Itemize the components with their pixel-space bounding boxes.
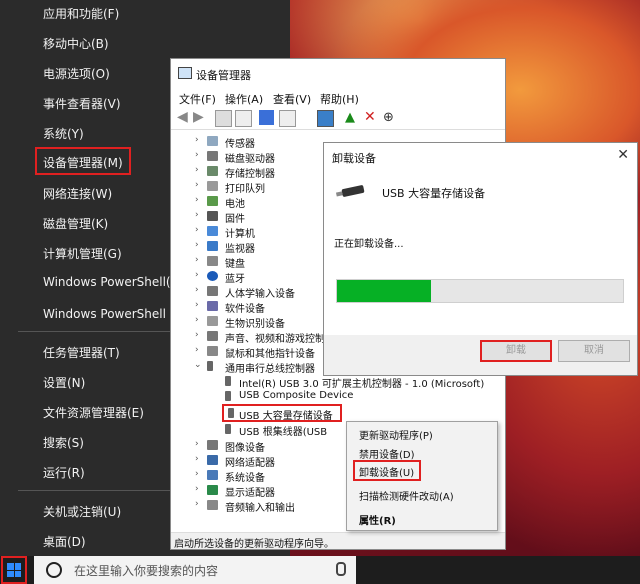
uninstall-button[interactable]: 卸载 <box>480 340 552 362</box>
menu-disk-management[interactable]: 磁盘管理(K) <box>43 215 108 232</box>
menu-help[interactable]: 帮助(H) <box>320 91 359 107</box>
search-box[interactable]: 在这里输入你要搜索的内容 <box>34 556 356 584</box>
menu-file[interactable]: 文件(F) <box>179 91 216 107</box>
menu-mobility-center[interactable]: 移动中心(B) <box>43 35 109 52</box>
menu-task-manager[interactable]: 任务管理器(T) <box>43 344 120 361</box>
menu-file-explorer[interactable]: 文件资源管理器(E) <box>43 404 144 421</box>
properties-icon[interactable] <box>215 110 232 127</box>
menu-event-viewer[interactable]: 事件查看器(V) <box>43 95 121 112</box>
scan-icon[interactable]: ⊕ <box>383 110 398 125</box>
close-icon[interactable]: ✕ <box>617 147 629 163</box>
ctx-scan-hardware[interactable]: 扫描检测硬件改动(A) <box>359 488 454 503</box>
window-title: 设备管理器 <box>196 69 251 82</box>
cancel-button[interactable]: 取消 <box>558 340 630 362</box>
device-name: USB 大容量存储设备 <box>382 187 486 200</box>
menu-computer-management[interactable]: 计算机管理(G) <box>43 245 122 262</box>
dialog-title: 卸载设备 <box>332 152 376 165</box>
menu-apps-features[interactable]: 应用和功能(F) <box>43 5 119 22</box>
ctx-disable-device[interactable]: 禁用设备(D) <box>359 446 415 461</box>
status-text: 启动所选设备的更新驱动程序向导。 <box>174 539 334 550</box>
menu-desktop[interactable]: 桌面(D) <box>43 533 86 550</box>
cortana-icon <box>46 562 62 578</box>
menu-search[interactable]: 搜索(S) <box>43 434 84 451</box>
dialog-title-bar: 卸载设备 ✕ <box>324 143 637 169</box>
menu-system[interactable]: 系统(Y) <box>43 125 84 142</box>
highlight-start-button <box>1 556 27 584</box>
menu-power-options[interactable]: 电源选项(O) <box>43 65 110 82</box>
menu-shutdown[interactable]: 关机或注销(U) <box>43 503 121 520</box>
back-icon[interactable]: ◀ <box>177 110 192 125</box>
menu-settings[interactable]: 设置(N) <box>43 374 85 391</box>
ctx-properties[interactable]: 属性(R) <box>359 512 396 527</box>
menu-powershell[interactable]: Windows PowerShell(I) <box>43 275 179 289</box>
monitor-icon[interactable] <box>317 110 334 127</box>
update-driver-icon[interactable]: ▲ <box>345 110 360 125</box>
grid-icon[interactable] <box>279 110 296 127</box>
usb-drive-icon <box>341 184 365 198</box>
context-menu: 更新驱动程序(P) 禁用设备(D) 卸载设备(U) 扫描检测硬件改动(A) 属性… <box>346 421 498 531</box>
dialog-body: USB 大容量存储设备 正在卸载设备... <box>324 169 637 335</box>
menu-run[interactable]: 运行(R) <box>43 464 85 481</box>
title-bar: 设备管理器 <box>171 59 505 87</box>
device-manager-icon <box>178 67 192 79</box>
menu-device-manager[interactable]: 设备管理器(M) <box>43 154 123 171</box>
forward-icon[interactable]: ▶ <box>193 110 208 125</box>
microphone-icon[interactable] <box>336 562 346 576</box>
ctx-update-driver[interactable]: 更新驱动程序(P) <box>359 427 433 442</box>
toolbar: ◀ ▶ ▲ ✕ ⊕ <box>171 107 505 130</box>
help-icon[interactable] <box>259 110 274 125</box>
search-placeholder: 在这里输入你要搜索的内容 <box>74 564 219 578</box>
menu-network-connections[interactable]: 网络连接(W) <box>43 185 112 202</box>
progress-fill <box>337 280 432 302</box>
uninstall-status: 正在卸载设备... <box>334 239 404 250</box>
menu-view[interactable]: 查看(V) <box>273 91 311 107</box>
uninstall-icon[interactable]: ✕ <box>364 110 379 125</box>
menu-bar: 文件(F) 操作(A) 查看(V) 帮助(H) <box>171 89 505 107</box>
ctx-uninstall-device[interactable]: 卸载设备(U) <box>359 464 414 479</box>
menu-powershell-admin[interactable]: Windows PowerShell (管 <box>43 305 186 322</box>
uninstall-dialog: 卸载设备 ✕ USB 大容量存储设备 正在卸载设备... 卸载 取消 <box>323 142 638 376</box>
taskbar: 在这里输入你要搜索的内容 <box>0 556 640 584</box>
progress-bar <box>336 279 624 303</box>
menu-action[interactable]: 操作(A) <box>225 91 263 107</box>
status-bar: 启动所选设备的更新驱动程序向导。 <box>171 532 505 550</box>
list-icon[interactable] <box>235 110 252 127</box>
